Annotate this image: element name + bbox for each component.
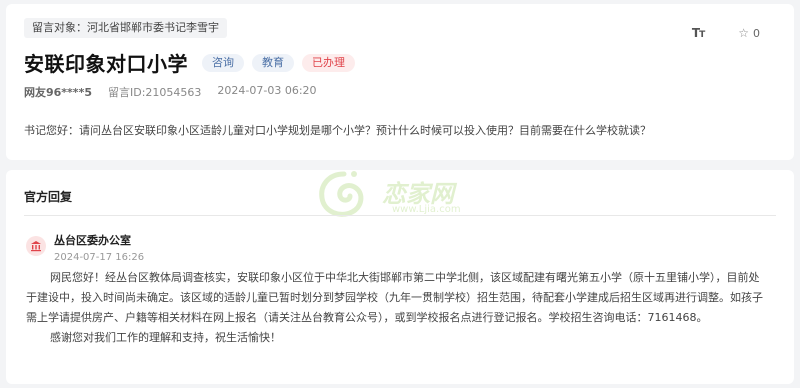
message-meta: 网友96****5 留言ID:21054563 2024-07-03 06:20	[24, 84, 317, 100]
favorite-count: 0	[753, 26, 760, 40]
watermark-logo: 恋家网 www.Ljia.com	[314, 166, 514, 226]
username: 网友96****5	[24, 86, 92, 99]
reply-paragraph: 网民您好！经丛台区教体局调查核实，安联印象小区位于中华北大街邯郸市第二中学北侧，…	[26, 271, 763, 324]
watermark-swirl-icon	[319, 171, 364, 217]
reply-paragraph: 感谢您对我们工作的理解和支持，祝生活愉快！	[50, 331, 281, 344]
reply-card: 官方回复 恋家网 www.Ljia.com 丛台区委办公室 2024-07-17…	[6, 170, 794, 384]
reply-divider	[24, 215, 776, 216]
text-size-icon[interactable]: TT	[692, 26, 705, 40]
government-building-icon	[26, 236, 46, 256]
category-badge-education: 教育	[252, 53, 294, 72]
message-id: 留言ID:21054563	[107, 86, 202, 99]
watermark-url: www.Ljia.com	[392, 204, 461, 215]
reply-org: 丛台区委办公室 2024-07-17 16:26	[26, 232, 144, 263]
favorite-button[interactable]: ☆ 0	[738, 26, 760, 40]
message-datetime: 2024-07-03 06:20	[217, 84, 317, 97]
status-badge: 已办理	[302, 53, 355, 72]
star-icon: ☆	[738, 26, 749, 40]
title-row: 安联印象对口小学 咨询 教育 已办理	[24, 48, 363, 77]
reply-heading: 官方回复	[24, 190, 73, 204]
message-title: 安联印象对口小学	[24, 52, 188, 76]
message-card: 留言对象：河北省邯郸市委书记李雪宇 TT ☆ 0 安联印象对口小学 咨询 教育 …	[6, 4, 794, 160]
message-content: 书记您好：请问丛台区安联印象小区适龄儿童对口小学规划是哪个小学？预计什么时候可以…	[24, 124, 651, 137]
message-target-tag: 留言对象：河北省邯郸市委书记李雪宇	[24, 18, 227, 38]
reply-time: 2024-07-17 16:26	[54, 252, 145, 263]
category-badge-consult: 咨询	[202, 53, 244, 72]
message-actions: TT ☆ 0	[692, 26, 760, 40]
reply-body: 网民您好！经丛台区教体局调查核实，安联印象小区位于中华北大街邯郸市第二中学北侧，…	[26, 268, 770, 348]
org-name: 丛台区委办公室	[54, 234, 131, 247]
